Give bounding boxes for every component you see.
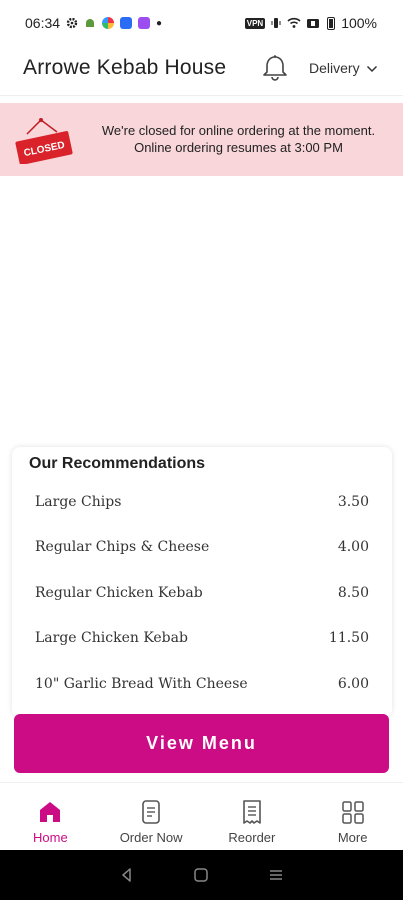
chevron-down-icon — [366, 60, 378, 76]
list-item[interactable]: Large Chicken Kebab 11.50 — [12, 616, 392, 662]
list-item[interactable]: 10" Garlic Bread With Cheese 6.00 — [12, 661, 392, 707]
closed-message-line2: Online ordering resumes at 3:00 PM — [134, 140, 343, 155]
closed-banner: CLOSED We're closed for online ordering … — [0, 103, 403, 176]
battery-icon — [327, 16, 336, 30]
nav-home-label: Home — [33, 830, 68, 845]
bell-icon[interactable] — [262, 54, 288, 82]
nav-home[interactable]: Home — [0, 783, 101, 850]
recommendations-title: Our Recommendations — [29, 455, 206, 472]
delivery-label: Delivery — [309, 60, 360, 76]
item-name: Regular Chicken Kebab — [35, 584, 203, 601]
bottom-nav: Home Order Now Reorder More — [0, 782, 403, 850]
system-nav-bar — [0, 850, 403, 900]
item-name: Regular Chips & Cheese — [35, 539, 210, 556]
item-price: 6.00 — [337, 675, 369, 692]
grid-icon — [341, 801, 364, 824]
clock: 06:34 — [25, 15, 61, 31]
item-price: 11.50 — [328, 630, 369, 647]
nav-reorder[interactable]: Reorder — [202, 783, 303, 850]
signal-icon — [307, 17, 321, 29]
closed-message: We're closed for online ordering at the … — [82, 122, 395, 156]
nav-more[interactable]: More — [302, 783, 403, 850]
nav-more-label: More — [337, 830, 368, 845]
messenger-icon — [120, 17, 133, 29]
item-name: Large Chicken Kebab — [35, 630, 188, 647]
recommendations-list: Large Chips 3.50 Regular Chips & Cheese … — [12, 479, 392, 707]
home-button-icon[interactable] — [193, 867, 209, 883]
restaurant-title: Arrowe Kebab House — [23, 56, 227, 79]
item-price: 4.00 — [337, 539, 369, 556]
order-icon — [142, 800, 160, 824]
android-icon — [84, 17, 96, 29]
delivery-selector[interactable]: Delivery — [309, 60, 378, 76]
app-notification-icon — [102, 17, 115, 29]
nav-order-label: Order Now — [119, 830, 183, 845]
battery-percent: 100% — [341, 15, 377, 31]
closed-message-line1: We're closed for online ordering at the … — [101, 123, 376, 138]
wifi-icon — [287, 17, 301, 29]
closed-sign-icon: CLOSED — [13, 116, 75, 165]
item-name: 10" Garlic Bread With Cheese — [35, 675, 248, 692]
item-name: Large Chips — [35, 493, 122, 510]
list-item[interactable]: Regular Chips & Cheese 4.00 — [12, 525, 392, 571]
recents-icon[interactable] — [268, 867, 284, 883]
recommendations-card: Our Recommendations Large Chips 3.50 Reg… — [12, 447, 392, 717]
item-price: 8.50 — [337, 584, 369, 601]
app-header: Arrowe Kebab House Delivery — [0, 46, 403, 96]
home-icon — [40, 802, 61, 822]
more-notifications-icon: ● — [156, 17, 163, 29]
vibrate-icon — [271, 17, 281, 29]
settings-icon — [66, 17, 78, 29]
vpn-icon: VPN — [244, 17, 266, 29]
nav-reorder-label: Reorder — [228, 830, 276, 845]
list-item[interactable]: Large Chips 3.50 — [12, 479, 392, 525]
gallery-icon — [138, 17, 151, 29]
nav-order-now[interactable]: Order Now — [101, 783, 202, 850]
list-item[interactable]: Regular Chicken Kebab 8.50 — [12, 570, 392, 616]
view-menu-button[interactable]: View Menu — [14, 714, 389, 773]
receipt-icon — [243, 800, 261, 824]
status-bar: 06:34 ● VPN 100% — [0, 0, 403, 46]
back-icon[interactable] — [119, 867, 135, 883]
item-price: 3.50 — [337, 493, 369, 510]
